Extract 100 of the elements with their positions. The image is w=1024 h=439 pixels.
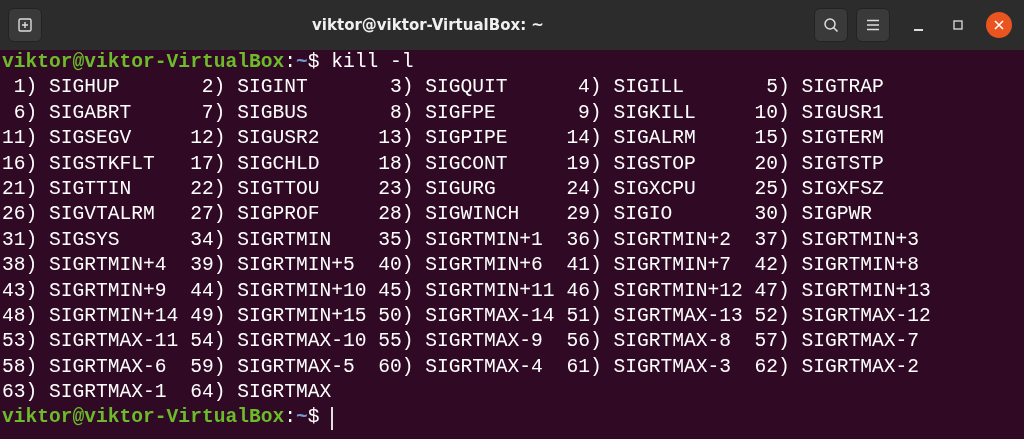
signal-number: 7) — [200, 100, 226, 126]
signal-name: SIGRTMIN+1 — [425, 227, 543, 253]
signal-number: 31) — [2, 227, 38, 253]
menu-button[interactable] — [856, 8, 890, 42]
maximize-icon — [952, 19, 964, 31]
signal-name: SIGHUP — [49, 75, 120, 101]
signal-number: 34) — [190, 227, 226, 253]
signal-number: 54) — [190, 329, 226, 355]
signal-number: 36) — [566, 227, 602, 253]
signal-number: 5) — [765, 75, 790, 101]
signal-name: SIGABRT — [49, 100, 132, 126]
minimize-icon — [913, 29, 923, 31]
prompt-separator: : — [284, 405, 296, 431]
signal-name: SIGPWR — [801, 202, 873, 228]
signal-number: 44) — [190, 278, 226, 304]
signal-name: SIGALRM — [613, 126, 696, 152]
signal-number: 58) — [2, 354, 38, 380]
signal-name: SIGRTMAX-1 — [49, 380, 167, 406]
signal-name: SIGTTOU — [237, 176, 320, 202]
signal-name: SIGTERM — [801, 126, 884, 152]
signal-name: SIGRTMIN+8 — [801, 253, 920, 279]
signal-number: 6) — [12, 100, 38, 126]
signal-number: 50) — [378, 303, 414, 329]
signal-number: 24) — [566, 176, 602, 202]
signal-name: SIGWINCH — [425, 202, 520, 228]
signal-name: SIGKILL — [613, 100, 696, 126]
signal-name: SIGRTMIN+14 — [49, 303, 179, 329]
new-tab-button[interactable] — [8, 8, 42, 42]
signal-name: SIGINT — [237, 75, 308, 101]
signal-name: SIGRTMAX-13 — [613, 303, 743, 329]
prompt-separator: : — [284, 50, 296, 75]
signal-number: 18) — [378, 151, 414, 177]
signal-number: 30) — [754, 202, 790, 228]
prompt-path: ~ — [295, 405, 308, 431]
signal-number: 41) — [566, 253, 602, 279]
signal-name: SIGRTMIN+7 — [613, 253, 731, 279]
signal-name: SIGRTMIN+2 — [613, 227, 731, 253]
signal-number: 21) — [2, 176, 38, 202]
prompt-user-host: viktor@viktor-VirtualBox — [2, 50, 285, 75]
signal-number: 43) — [2, 278, 38, 304]
signal-name: SIGCONT — [425, 151, 508, 177]
signal-number: 16) — [2, 151, 38, 177]
signal-number: 35) — [378, 227, 414, 253]
signal-number: 1) — [12, 75, 38, 101]
signal-name: SIGTTIN — [49, 176, 132, 202]
signal-number: 53) — [2, 329, 38, 355]
signal-number: 57) — [754, 329, 790, 355]
signal-name: SIGRTMAX-2 — [801, 354, 920, 380]
signal-name: SIGUSR2 — [237, 126, 320, 152]
signal-name: SIGFPE — [425, 100, 496, 126]
signal-number: 55) — [378, 329, 414, 355]
signal-number: 64) — [190, 380, 226, 406]
signal-number: 63) — [2, 380, 38, 406]
signal-name: SIGPROF — [237, 202, 320, 228]
signal-name: SIGXFSZ — [801, 176, 884, 202]
signal-name: SIGSTOP — [613, 151, 696, 177]
new-tab-icon — [17, 17, 33, 33]
signal-number: 3) — [389, 75, 414, 101]
signal-number: 49) — [190, 303, 226, 329]
signal-name: SIGSTKFLT — [49, 151, 155, 177]
signal-name: SIGRTMIN+3 — [801, 227, 920, 253]
signal-number: 19) — [566, 151, 602, 177]
signal-name: SIGRTMIN+11 — [425, 278, 555, 304]
signal-name: SIGXCPU — [613, 176, 696, 202]
signal-name: SIGSYS — [49, 227, 120, 253]
signal-name: SIGURG — [425, 176, 496, 202]
signal-name: SIGRTMAX-8 — [613, 329, 731, 355]
signal-name: SIGBUS — [237, 100, 308, 126]
signal-name: SIGRTMIN+10 — [237, 278, 367, 304]
signal-number: 52) — [754, 303, 790, 329]
signal-number: 28) — [378, 202, 414, 228]
signal-number: 61) — [566, 354, 602, 380]
window-title: viktor@viktor-VirtualBox: ~ — [312, 16, 544, 34]
close-button[interactable] — [986, 12, 1012, 38]
signal-number: 27) — [190, 202, 226, 228]
signal-name: SIGRTMIN+13 — [801, 278, 931, 304]
signal-number: 60) — [378, 354, 414, 380]
signal-number: 62) — [754, 354, 790, 380]
search-button[interactable] — [814, 8, 848, 42]
signal-number: 13) — [378, 126, 414, 152]
signal-name: SIGVTALRM — [49, 202, 155, 228]
close-icon — [994, 20, 1004, 30]
signal-name: SIGRTMAX — [237, 380, 332, 406]
signal-name: SIGILL — [613, 75, 684, 101]
signal-number: 12) — [190, 126, 226, 152]
signal-number: 9) — [577, 100, 602, 126]
signal-name: SIGSEGV — [49, 126, 132, 152]
signal-number: 46) — [566, 278, 602, 304]
signal-number: 14) — [566, 126, 602, 152]
signal-name: SIGPIPE — [425, 126, 508, 152]
signal-name: SIGUSR1 — [801, 100, 884, 126]
command-text: kill -l — [331, 50, 414, 75]
signal-name: SIGRTMAX-4 — [425, 354, 543, 380]
signal-name: SIGTRAP — [801, 75, 884, 101]
signal-name: SIGCHLD — [237, 151, 320, 177]
prompt-symbol: $ — [307, 405, 320, 431]
prompt-user-host: viktor@viktor-VirtualBox — [2, 405, 285, 431]
signal-name: SIGRTMAX-7 — [801, 329, 920, 355]
signal-name: SIGRTMAX-9 — [425, 329, 543, 355]
signal-name: SIGIO — [613, 202, 673, 228]
